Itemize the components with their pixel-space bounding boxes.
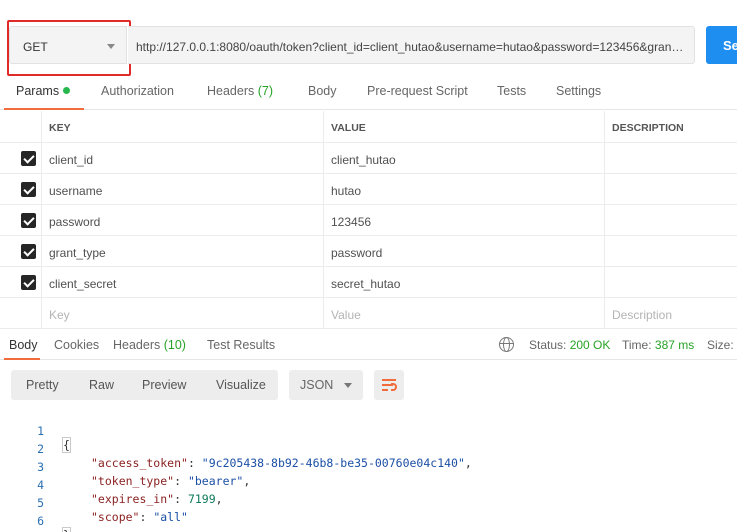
column-header-value: VALUE [323, 111, 605, 142]
new-key-input[interactable]: Key [41, 298, 324, 328]
checkbox[interactable] [21, 151, 36, 166]
pretty-button[interactable]: Pretty [26, 378, 59, 392]
tab-response-headers-label: Headers [113, 338, 161, 352]
param-value[interactable]: password [323, 236, 605, 266]
table-row: grant_type password [0, 236, 737, 267]
header-check-cell [0, 111, 42, 142]
param-description[interactable] [604, 267, 737, 297]
table-row: client_id client_hutao [0, 143, 737, 174]
column-header-key: KEY [41, 111, 324, 142]
params-table-header: KEY VALUE DESCRIPTION [0, 111, 737, 143]
active-indicator-icon [63, 87, 71, 94]
code-line: 4 "expires_in": 7199, [0, 464, 737, 506]
tab-headers-count: (7) [257, 84, 274, 98]
tab-params-label: Params [16, 84, 60, 98]
close-brace: } [62, 527, 71, 532]
tab-settings[interactable]: Settings [556, 84, 601, 98]
table-row: client_secret secret_hutao [0, 267, 737, 298]
request-bar: GET http://127.0.0.1:8080/oauth/token?cl… [7, 20, 737, 76]
param-description[interactable] [604, 236, 737, 266]
response-toolbar: Pretty Raw Preview Visualize JSON [11, 370, 406, 400]
tab-headers[interactable]: Headers (7) [207, 84, 273, 98]
size-label: Size: [707, 338, 734, 352]
active-tab-underline [4, 108, 84, 110]
status-readout: Status: 200 OK [529, 338, 610, 352]
chevron-down-icon [344, 383, 352, 388]
code-line: 3 "token_type": "bearer", [0, 446, 737, 488]
status-label: Status: [529, 338, 567, 352]
tab-body[interactable]: Body [308, 84, 337, 98]
tab-prerequest-script[interactable]: Pre-request Script [367, 84, 468, 98]
param-description[interactable] [604, 174, 737, 204]
globe-icon[interactable] [499, 337, 514, 352]
status-value: 200 OK [569, 338, 611, 352]
wrap-lines-button[interactable] [374, 370, 404, 400]
checkbox[interactable] [21, 213, 36, 228]
response-tabs: Body Cookies Headers (10) Test Results S… [0, 330, 737, 360]
param-key[interactable]: client_secret [41, 267, 324, 297]
checkbox[interactable] [21, 275, 36, 290]
time-value: 387 ms [654, 338, 695, 352]
size-readout: Size: [707, 338, 734, 352]
method-label: GET [23, 40, 48, 54]
new-description-input[interactable]: Description [604, 298, 737, 328]
tab-test-results[interactable]: Test Results [207, 338, 275, 352]
tab-params[interactable]: Params [16, 84, 71, 98]
time-readout: Time: 387 ms [622, 338, 694, 352]
tab-response-headers-count: (10) [163, 338, 186, 352]
format-label: JSON [300, 378, 334, 392]
time-label: Time: [622, 338, 652, 352]
chevron-down-icon [107, 44, 115, 49]
table-row-new: Key Value Description [0, 298, 737, 329]
column-header-description: DESCRIPTION [604, 111, 737, 142]
new-value-input[interactable]: Value [323, 298, 605, 328]
preview-button[interactable]: Preview [142, 378, 186, 392]
view-mode-group: Pretty Raw Preview Visualize [11, 370, 278, 400]
param-value[interactable]: client_hutao [323, 143, 605, 173]
code-line: 1 { [0, 410, 737, 453]
line-number: 6 [37, 514, 44, 528]
url-input[interactable]: http://127.0.0.1:8080/oauth/token?client… [128, 26, 695, 64]
code-line: 6 } [0, 500, 737, 532]
tab-headers-label: Headers [207, 84, 255, 98]
param-description[interactable] [604, 205, 737, 235]
table-row: password 123456 [0, 205, 737, 236]
visualize-button[interactable]: Visualize [216, 378, 266, 392]
raw-button[interactable]: Raw [89, 378, 114, 392]
param-key[interactable]: username [41, 174, 324, 204]
param-value[interactable]: secret_hutao [323, 267, 605, 297]
param-description[interactable] [604, 143, 737, 173]
tab-response-body[interactable]: Body [9, 338, 38, 352]
tab-response-headers[interactable]: Headers (10) [113, 338, 186, 352]
request-tabs: Params Authorization Headers (7) Body Pr… [0, 76, 737, 110]
code-line: 2 "access_token": "9c205438-8b92-46b8-be… [0, 428, 737, 470]
format-select[interactable]: JSON [289, 370, 363, 400]
param-key[interactable]: grant_type [41, 236, 324, 266]
wrap-icon [382, 379, 396, 381]
param-key[interactable]: client_id [41, 143, 324, 173]
checkbox[interactable] [21, 182, 36, 197]
table-row: username hutao [0, 174, 737, 205]
code-line: 5 "scope": "all" [0, 482, 737, 524]
param-key[interactable]: password [41, 205, 324, 235]
param-value[interactable]: 123456 [323, 205, 605, 235]
tab-authorization[interactable]: Authorization [101, 84, 174, 98]
param-value[interactable]: hutao [323, 174, 605, 204]
method-select[interactable]: GET [9, 26, 127, 64]
tab-tests[interactable]: Tests [497, 84, 526, 98]
send-button[interactable]: Se [706, 26, 737, 64]
active-tab-underline [4, 358, 40, 360]
checkbox[interactable] [21, 244, 36, 259]
tab-response-cookies[interactable]: Cookies [54, 338, 99, 352]
